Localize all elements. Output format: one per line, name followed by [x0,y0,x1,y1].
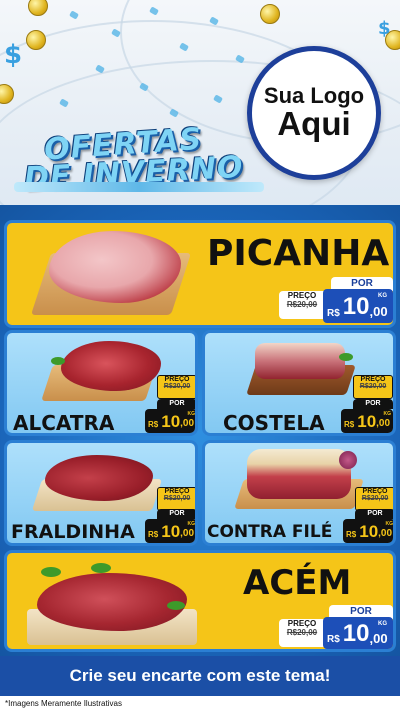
picanha-image [49,231,181,303]
price-integer: 10 [357,412,377,431]
logo-line-1: Sua Logo [263,83,365,109]
new-price: R$ 10 ,00 KG [323,289,393,323]
product-name: ALCATRA [13,411,115,435]
product-card-picanha[interactable]: PICANHA POR PREÇO R$20,00 R$ 10 ,00 KG [4,220,396,328]
unit-label: KG [383,411,392,417]
herb-decoration [339,353,353,361]
coin-icon [26,30,46,50]
herb-decoration [91,563,111,573]
unit-label: KG [378,293,387,299]
product-card-fraldinha[interactable]: PREÇO R$20,00 POR FRALDINHA R$ 10 ,00 KG [4,440,198,546]
coin-icon [260,4,280,24]
header-banner: $ $ OFERTAS DE INVERNO Sua Logo Aqui [0,0,400,205]
currency: R$ [148,420,159,429]
unit-label: KG [187,521,196,527]
preco-label: PREÇO [287,291,317,300]
unit-label: KG [385,521,394,527]
unit-label: KG [378,621,387,627]
coin-icon [28,0,48,16]
preco-label: PREÇO [164,488,190,495]
new-price: R$ 10 ,00 KG [341,409,393,433]
por-label: POR [157,399,195,409]
dollar-sign-icon: $ [378,18,391,39]
price-decimal: ,00 [369,304,388,319]
por-label: POR [355,509,393,519]
old-price: R$20,00 [286,300,318,309]
old-price: R$20,00 [286,628,318,637]
product-card-costela[interactable]: PREÇO R$20,00 POR COSTELA R$ 10 ,00 KG [202,330,396,436]
herb-decoration [51,357,65,365]
product-name: ACÉM [243,563,352,603]
product-name: CONTRA FILÉ [207,522,333,542]
price-integer: 10 [359,522,379,541]
preco-label: PREÇO [287,619,317,628]
new-price: R$ 10 ,00 KG [145,519,196,543]
old-price-box: PREÇO R$20,00 [279,291,325,319]
por-label: POR [353,399,393,409]
alcatra-image [61,341,161,391]
ice-decoration [14,182,264,192]
ofertas-de-inverno-title: OFERTAS DE INVERNO [14,122,264,196]
product-name: FRALDINHA [11,521,135,543]
old-price: R$20,00 [163,383,191,390]
product-card-alcatra[interactable]: POR PREÇO R$20,00 ALCATRA R$ 10 ,00 KG [4,330,198,436]
price-integer: 10 [161,522,181,541]
cta-footer-button[interactable]: Crie seu encarte com este tema! [0,656,400,696]
product-name: COSTELA [223,411,325,435]
logo-line-2: Aqui [277,105,351,143]
por-label: POR [157,509,195,519]
currency: R$ [327,634,340,645]
new-price: R$ 10 ,00 KG [145,409,196,433]
costela-image [255,343,345,379]
old-price-box: PREÇO R$20,00 [157,375,195,399]
currency: R$ [344,420,355,429]
product-name: PICANHA [207,233,390,274]
old-price-box: PREÇO R$20,00 [157,487,195,511]
disclaimer: *Imagens Meramente Ilustrativas [0,696,400,712]
confetti-icon [69,10,79,20]
dollar-sign-icon: $ [4,40,23,70]
onion-decoration [339,451,357,469]
herb-decoration [41,567,61,577]
product-card-contra-file[interactable]: PREÇO R$20,00 POR CONTRA FILÉ R$ 10 ,00 … [202,440,396,546]
preco-label: PREÇO [164,376,190,383]
new-price: R$ 10 ,00 KG [323,617,393,649]
price-decimal: ,00 [180,418,195,429]
fraldinha-image [45,455,153,501]
old-price-box: PREÇO R$20,00 [355,487,393,511]
old-price: R$20,00 [163,495,191,502]
preco-label: PREÇO [362,488,388,495]
logo-placeholder[interactable]: Sua Logo Aqui [247,46,381,180]
price-integer: 10 [342,293,370,320]
price-decimal: ,00 [180,528,195,539]
preco-label: PREÇO [360,376,386,383]
price-decimal: ,00 [369,631,388,646]
old-price-box: PREÇO R$20,00 [353,375,393,399]
price-decimal: ,00 [376,418,391,429]
old-price: R$20,00 [359,383,387,390]
acem-image [37,573,187,631]
currency: R$ [148,530,159,539]
currency: R$ [327,308,340,319]
contra-file-image [247,449,351,499]
old-price: R$20,00 [361,495,389,502]
price-integer: 10 [342,620,370,647]
unit-label: KG [187,411,196,417]
price-decimal: ,00 [378,528,393,539]
currency: R$ [346,530,357,539]
product-card-acem[interactable]: ACÉM POR PREÇO R$20,00 R$ 10 ,00 KG [4,550,396,652]
new-price: R$ 10 ,00 KG [343,519,394,543]
herb-decoration [167,601,185,610]
old-price-box: PREÇO R$20,00 [279,619,325,647]
cta-text: Crie seu encarte com este tema! [69,666,331,685]
price-integer: 10 [161,412,181,431]
